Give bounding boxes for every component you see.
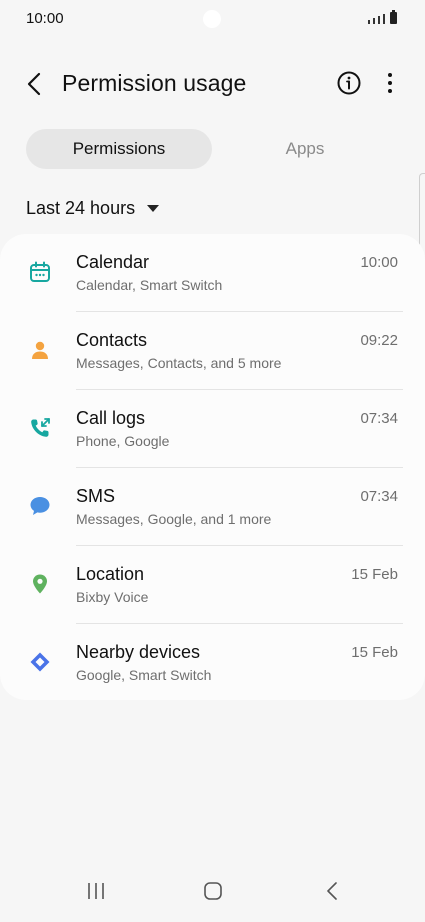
- status-icons: [368, 10, 397, 24]
- item-title: Location: [76, 564, 145, 584]
- person-icon: [32, 341, 48, 359]
- calendar-icon: [30, 261, 50, 282]
- tab-bar: Permissions Apps: [26, 129, 399, 169]
- time-filter-dropdown[interactable]: Last 24 hours: [26, 196, 160, 220]
- dropdown-arrow-icon: [147, 204, 160, 212]
- back-button[interactable]: [18, 68, 50, 100]
- item-subtitle: Messages, Contacts, and 5 more: [76, 355, 282, 371]
- navigation-bar: [0, 866, 425, 922]
- battery-icon: [390, 10, 397, 24]
- item-subtitle: Calendar, Smart Switch: [76, 277, 223, 293]
- home-icon: [204, 882, 222, 900]
- status-time: 10:00: [26, 10, 64, 27]
- list-item-location[interactable]: Location Bixby Voice 15 Feb: [0, 546, 425, 624]
- status-bar: 10:00: [0, 0, 425, 38]
- signal-bar: [378, 16, 380, 24]
- list-item-calendar[interactable]: Calendar Calendar, Smart Switch 10:00: [0, 234, 425, 312]
- tab-apps[interactable]: Apps: [212, 129, 398, 169]
- more-options-button[interactable]: [378, 70, 402, 96]
- list-item-call-logs[interactable]: Call logs Phone, Google 07:34: [0, 390, 425, 468]
- recents-icon: [88, 883, 104, 899]
- page-title: Permission usage: [62, 70, 247, 96]
- item-title: Calendar: [76, 252, 150, 272]
- tab-permissions[interactable]: Permissions: [26, 129, 212, 169]
- item-subtitle: Phone, Google: [76, 433, 170, 449]
- item-title: Contacts: [76, 330, 148, 350]
- more-vertical-icon: [388, 73, 392, 93]
- signal-bar: [383, 14, 385, 24]
- list-item-sms[interactable]: SMS Messages, Google, and 1 more 07:34: [0, 468, 425, 546]
- nearby-devices-icon: [30, 652, 50, 672]
- nav-back-icon: [327, 882, 337, 900]
- item-time: 10:00: [360, 254, 398, 271]
- nav-back-button[interactable]: [321, 880, 345, 902]
- app-bar: Permission usage: [0, 60, 425, 108]
- item-subtitle: Google, Smart Switch: [76, 667, 212, 683]
- item-title: Nearby devices: [76, 642, 201, 662]
- back-arrow-icon: [27, 72, 41, 96]
- signal-icon: [368, 20, 370, 24]
- list-item-contacts[interactable]: Contacts Messages, Contacts, and 5 more …: [0, 312, 425, 390]
- chat-bubble-icon: [30, 497, 50, 515]
- item-time: 07:34: [360, 410, 398, 427]
- call-log-icon: [31, 418, 50, 437]
- item-time: 15 Feb: [351, 566, 398, 583]
- location-pin-icon: [33, 574, 47, 594]
- recent-apps-button[interactable]: [84, 880, 108, 902]
- signal-bar: [373, 18, 375, 24]
- home-button[interactable]: [201, 880, 225, 902]
- item-subtitle: Bixby Voice: [76, 589, 149, 605]
- camera-cutout: [203, 10, 221, 28]
- list-item-nearby-devices[interactable]: Nearby devices Google, Smart Switch 15 F…: [0, 624, 425, 702]
- item-time: 07:34: [360, 488, 398, 505]
- info-icon: [337, 71, 361, 95]
- permission-list: Calendar Calendar, Smart Switch 10:00 Co…: [0, 234, 425, 700]
- info-button[interactable]: [336, 70, 362, 96]
- item-time: 09:22: [360, 332, 398, 349]
- item-title: SMS: [76, 486, 116, 506]
- item-title: Call logs: [76, 408, 146, 428]
- time-filter-label: Last 24 hours: [26, 197, 136, 218]
- item-time: 15 Feb: [351, 644, 398, 661]
- item-subtitle: Messages, Google, and 1 more: [76, 511, 272, 527]
- screen: 10:00 Permission usage Permissions Apps …: [0, 0, 425, 922]
